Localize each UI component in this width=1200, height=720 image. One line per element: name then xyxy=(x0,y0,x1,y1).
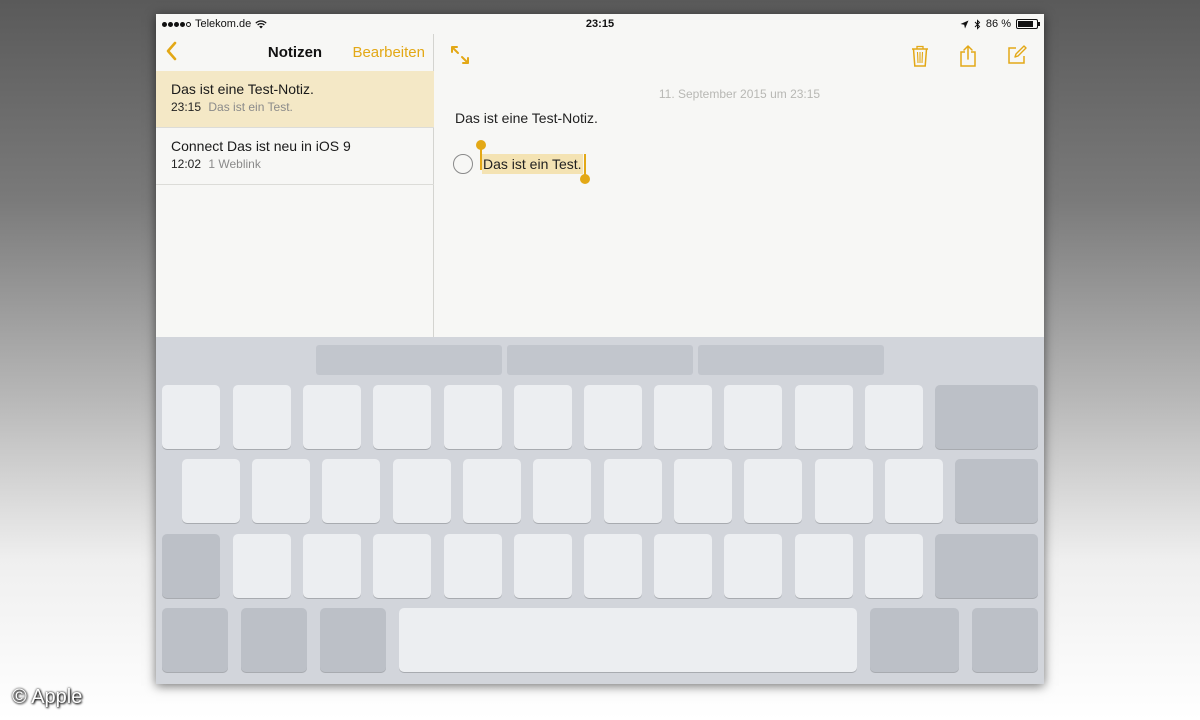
letter-key[interactable] xyxy=(654,534,712,598)
location-arrow-icon xyxy=(960,20,969,28)
letter-key[interactable] xyxy=(584,534,642,598)
note-list: Das ist eine Test-Notiz. 23:15 Das ist e… xyxy=(156,71,434,185)
checkbox-circle[interactable] xyxy=(453,154,473,174)
share-button[interactable] xyxy=(957,44,981,68)
suggestion-slot[interactable] xyxy=(698,345,884,375)
shortcut-bar xyxy=(316,345,884,375)
letter-key[interactable] xyxy=(303,385,361,449)
note-meta: 12:02 1 Weblink xyxy=(171,157,419,171)
note-time: 12:02 xyxy=(171,157,202,171)
letter-key[interactable] xyxy=(865,385,923,449)
letter-key[interactable] xyxy=(233,534,291,598)
battery-icon xyxy=(1016,19,1040,29)
letter-key[interactable] xyxy=(373,385,431,449)
letter-key[interactable] xyxy=(744,459,802,523)
trash-button[interactable] xyxy=(909,44,933,68)
numbers-key-right[interactable] xyxy=(870,608,959,672)
globe-key[interactable] xyxy=(241,608,307,672)
letter-key[interactable] xyxy=(654,385,712,449)
checklist-item: Das ist ein Test. xyxy=(453,140,590,184)
note-title: Connect Das ist neu in iOS 9 xyxy=(171,138,351,154)
note-time: 23:15 xyxy=(171,100,202,114)
letter-key[interactable] xyxy=(162,385,220,449)
note-body-title[interactable]: Das ist eine Test-Notiz. xyxy=(455,110,598,126)
note-date: 11. September 2015 um 23:15 xyxy=(658,87,821,101)
letter-key[interactable] xyxy=(604,459,662,523)
status-time: 23:15 xyxy=(585,18,615,30)
dictation-key[interactable] xyxy=(320,608,386,672)
note-preview: 1 Weblink xyxy=(208,157,261,171)
compose-icon xyxy=(1008,45,1027,64)
ipad-screen: Telekom.de 23:15 86 % Notizen Bearbeiten… xyxy=(156,14,1044,684)
note-meta: 23:15 Das ist ein Test. xyxy=(171,100,419,114)
edit-button[interactable]: Bearbeiten xyxy=(352,44,425,61)
note-title: Das ist eine Test-Notiz. xyxy=(171,81,314,97)
trash-icon xyxy=(912,45,928,67)
compose-button[interactable] xyxy=(1006,44,1030,68)
letter-key[interactable] xyxy=(252,459,310,523)
letter-key[interactable] xyxy=(724,534,782,598)
selection-start-handle[interactable] xyxy=(476,140,486,170)
selected-text[interactable]: Das ist ein Test. xyxy=(476,140,590,184)
letter-key[interactable] xyxy=(815,459,873,523)
letter-key[interactable] xyxy=(463,459,521,523)
letter-key[interactable] xyxy=(182,459,240,523)
suggestion-slot[interactable] xyxy=(507,345,693,375)
suggestion-slot[interactable] xyxy=(316,345,502,375)
status-bar: Telekom.de 23:15 86 % xyxy=(156,14,1044,34)
hide-keyboard-key[interactable] xyxy=(972,608,1038,672)
note-detail: 11. September 2015 um 23:15 Das ist eine… xyxy=(435,34,1044,352)
letter-key[interactable] xyxy=(514,385,572,449)
copyright-text: © Apple xyxy=(12,686,83,708)
list-item[interactable]: Das ist eine Test-Notiz. 23:15 Das ist e… xyxy=(156,71,434,128)
bluetooth-icon xyxy=(974,18,981,30)
letter-key[interactable] xyxy=(533,459,591,523)
shift-key[interactable] xyxy=(162,534,220,598)
letter-key[interactable] xyxy=(322,459,380,523)
selection-end-handle[interactable] xyxy=(579,154,590,184)
shift-key-right[interactable] xyxy=(935,534,1038,598)
notes-sidebar: Notizen Bearbeiten Das ist eine Test-Not… xyxy=(156,34,434,352)
sidebar-nav-bar: Notizen Bearbeiten xyxy=(156,34,433,71)
expand-button[interactable] xyxy=(449,44,473,68)
keyboard xyxy=(156,337,1044,684)
checklist-text: Das ist ein Test. xyxy=(483,156,582,172)
list-item[interactable]: Connect Das ist neu in iOS 9 12:02 1 Web… xyxy=(156,128,434,185)
battery-percent: 86 % xyxy=(985,18,1011,30)
status-right: 86 % xyxy=(960,18,1040,30)
letter-key[interactable] xyxy=(584,385,642,449)
letter-key[interactable] xyxy=(795,385,853,449)
letter-key[interactable] xyxy=(303,534,361,598)
letter-key[interactable] xyxy=(724,385,782,449)
expand-arrows-icon xyxy=(451,46,469,64)
letter-key[interactable] xyxy=(444,385,502,449)
return-key[interactable] xyxy=(955,459,1038,523)
backspace-key[interactable] xyxy=(935,385,1038,449)
numbers-key[interactable] xyxy=(162,608,228,672)
letter-key[interactable] xyxy=(233,385,291,449)
letter-key[interactable] xyxy=(865,534,923,598)
letter-key[interactable] xyxy=(393,459,451,523)
note-preview: Das ist ein Test. xyxy=(208,100,293,114)
letter-key[interactable] xyxy=(674,459,732,523)
letter-key[interactable] xyxy=(444,534,502,598)
battery-fill xyxy=(1018,21,1034,27)
letter-key[interactable] xyxy=(795,534,853,598)
share-icon xyxy=(960,44,976,67)
letter-key[interactable] xyxy=(373,534,431,598)
letter-key[interactable] xyxy=(885,459,943,523)
space-bar[interactable] xyxy=(399,608,857,672)
letter-key[interactable] xyxy=(514,534,572,598)
